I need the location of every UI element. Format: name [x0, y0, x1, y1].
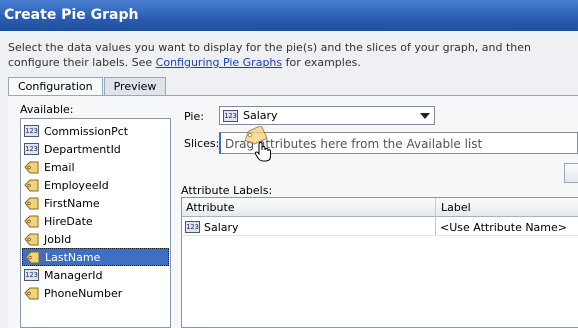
column-divider	[435, 198, 436, 236]
tag-attribute-icon	[24, 215, 39, 227]
tab-strip: Configuration Preview	[8, 77, 167, 97]
tag-attribute-icon	[25, 251, 40, 263]
attribute-labels-table[interactable]: Attribute Label 123 Salary <Use Attribut…	[181, 197, 578, 328]
slices-label: Slices:	[184, 137, 220, 150]
hand-cursor-icon	[254, 141, 271, 162]
pie-label: Pie:	[184, 110, 204, 123]
dialog-title: Create Pie Graph	[0, 0, 578, 31]
tag-attribute-icon	[24, 161, 39, 173]
list-item-email[interactable]: Email	[22, 158, 169, 176]
attribute-labels-label: Attribute Labels:	[181, 184, 273, 197]
table-cell-attribute-text: Salary	[204, 220, 239, 234]
column-header-attribute[interactable]: Attribute	[182, 198, 435, 217]
tab-preview[interactable]: Preview	[103, 77, 167, 96]
number-attribute-icon: 123	[24, 143, 39, 155]
list-item-hiredate[interactable]: HireDate	[22, 212, 169, 230]
available-list[interactable]: 123 CommissionPct 123 DepartmentId Email…	[20, 118, 171, 328]
list-item-label: DepartmentId	[44, 142, 121, 156]
list-item-firstname[interactable]: FirstName	[22, 194, 169, 212]
list-item-employeeid[interactable]: EmployeeId	[22, 176, 169, 194]
tag-attribute-icon	[24, 287, 39, 299]
list-item-jobid[interactable]: JobId	[22, 230, 169, 248]
pie-dropdown[interactable]: 123 Salary	[219, 106, 435, 125]
list-item-managerid[interactable]: 123 ManagerId	[22, 266, 169, 284]
table-cell-attribute[interactable]: 123 Salary	[185, 217, 434, 235]
table-cell-label[interactable]: <Use Attribute Name>	[440, 217, 578, 235]
number-attribute-icon: 123	[185, 221, 200, 233]
list-item-label: FirstName	[44, 196, 100, 210]
table-row-divider	[182, 235, 578, 236]
list-item-label: EmployeeId	[44, 178, 109, 192]
dialog-description: Select the data values you want to displ…	[8, 40, 573, 70]
number-attribute-icon: 123	[24, 125, 39, 137]
list-item-label: LastName	[45, 250, 101, 264]
pie-dropdown-value: Salary	[243, 109, 278, 122]
tab-configuration[interactable]: Configuration	[8, 77, 103, 97]
description-suffix: for examples.	[282, 56, 361, 69]
tag-attribute-icon	[24, 233, 39, 245]
number-attribute-icon: 123	[223, 109, 238, 122]
side-button[interactable]	[564, 163, 578, 183]
chevron-down-icon[interactable]	[420, 113, 430, 119]
tag-attribute-icon	[24, 197, 39, 209]
tag-attribute-icon	[24, 179, 39, 191]
list-item-label: ManagerId	[44, 268, 103, 282]
number-attribute-icon: 123	[24, 269, 39, 281]
list-item-label: PhoneNumber	[44, 286, 123, 300]
list-item-label: Email	[44, 160, 75, 174]
list-item-departmentid[interactable]: 123 DepartmentId	[22, 140, 169, 158]
list-item-commissionpct[interactable]: 123 CommissionPct	[22, 122, 169, 140]
list-item-label: CommissionPct	[44, 124, 129, 138]
list-item-lastname[interactable]: LastName	[22, 248, 169, 266]
available-label: Available:	[20, 103, 74, 116]
list-item-label: HireDate	[44, 214, 93, 228]
list-item-label: JobId	[44, 232, 72, 246]
list-item-phonenumber[interactable]: PhoneNumber	[22, 284, 169, 302]
column-header-label[interactable]: Label	[436, 198, 578, 217]
configuring-pie-graphs-link[interactable]: Configuring Pie Graphs	[156, 56, 282, 69]
